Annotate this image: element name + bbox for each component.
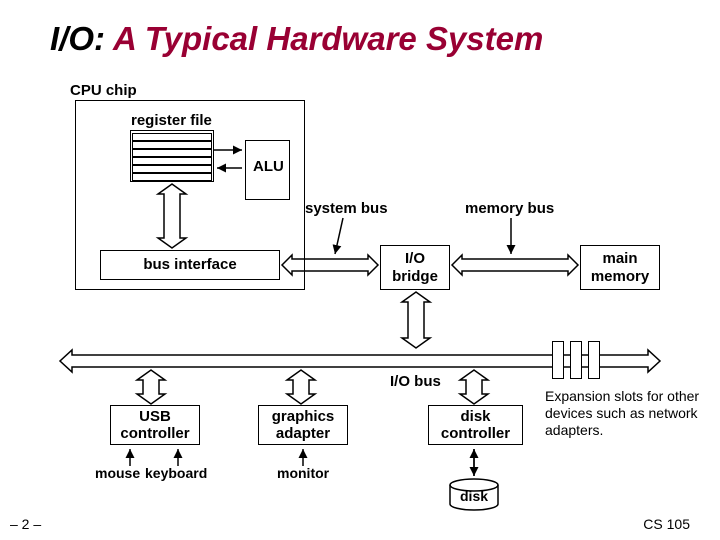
register-row [132,141,212,149]
system-bus-label: system bus [305,200,388,217]
io-bus-label: I/O bus [390,373,441,390]
register-row [132,133,212,141]
expansion-slot [570,341,582,379]
register-row [132,157,212,165]
register-row [132,173,212,181]
bus-interface-label: bus interface [143,256,236,273]
main-memory-box: main memory [580,245,660,290]
expansion-text: Expansion slots for other devices such a… [545,388,715,438]
monitor-arrow [297,446,309,466]
memory-bus-label: memory bus [465,200,554,217]
mouse-label: mouse [95,465,140,481]
regfile-alu-arrows [214,140,245,180]
page-number: – 2 – [10,516,41,532]
regfile-businterface-arrow [158,184,186,248]
alu-label: ALU [253,158,284,175]
iobridge-down-arrow [402,292,430,348]
system-bus-pointer [335,218,365,258]
title-rest: A Typical Hardware System [105,20,543,57]
disk-bus-connector [460,370,488,404]
register-row [132,149,212,157]
expansion-slot [552,341,564,379]
graphics-bus-connector [287,370,315,404]
io-bridge-label: I/O bridge [392,250,438,285]
disk-controller-box: disk controller [428,405,523,445]
register-file-label: register file [131,112,212,129]
memory-bus-arrow [452,255,578,275]
keyboard-label: keyboard [145,465,207,481]
disk-controller-label: disk controller [441,408,510,443]
keyboard-arrow [172,446,184,466]
memory-bus-pointer [505,218,525,258]
register-row [132,165,212,173]
main-memory-label: main memory [591,250,649,285]
title-prefix: I/O: [50,20,105,57]
disk-label: disk [460,488,488,504]
graphics-adapter-label: graphics adapter [272,408,335,443]
monitor-label: monitor [277,465,329,481]
system-bus-arrow [282,255,378,275]
expansion-slot [588,341,600,379]
usb-controller-box: USB controller [110,405,200,445]
disk-arrow [468,446,480,480]
cpu-chip-label: CPU chip [70,82,137,99]
page-title: I/O: A Typical Hardware System [50,20,543,58]
usb-controller-label: USB controller [120,408,189,443]
course-code: CS 105 [643,516,690,532]
graphics-adapter-box: graphics adapter [258,405,348,445]
mouse-arrow [124,446,136,466]
usb-bus-connector [137,370,165,404]
io-bridge-box: I/O bridge [380,245,450,290]
bus-interface-box: bus interface [100,250,280,280]
